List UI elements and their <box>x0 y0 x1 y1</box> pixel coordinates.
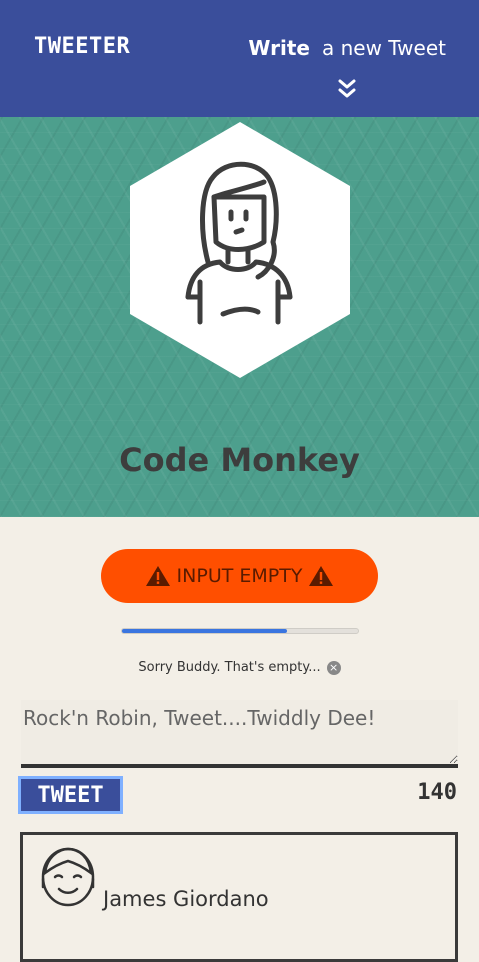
close-icon[interactable]: × <box>326 660 341 675</box>
error-message: Sorry Buddy. That's empty... × <box>0 660 479 675</box>
user-avatar <box>41 847 95 907</box>
warning-icon <box>145 566 170 586</box>
compose-label: a new Tweet <box>321 36 446 60</box>
char-counter: 140 <box>417 780 457 805</box>
profile-name: Code Monkey <box>119 441 360 479</box>
tweet-author: James Giordano <box>103 887 269 911</box>
profile-avatar <box>130 122 350 378</box>
error-text: Sorry Buddy. That's empty... <box>138 660 321 675</box>
progress-fill <box>122 629 288 633</box>
top-nav: TWEETER Write a new Tweet <box>0 0 479 117</box>
compose-toggle[interactable]: Write a new Tweet <box>248 36 446 60</box>
double-chevron-down-icon[interactable] <box>337 78 357 100</box>
tweet-textarea[interactable] <box>21 700 458 768</box>
tweet-card: James Giordano <box>20 832 458 962</box>
profile-header: Code Monkey <box>0 117 479 517</box>
brand-logo[interactable]: TWEETER <box>34 34 130 59</box>
compose-bold-label: Write <box>248 36 310 60</box>
tweet-button[interactable]: TWEET <box>18 776 123 814</box>
alert-label: INPUT EMPTY <box>176 565 303 587</box>
progress-bar <box>121 628 359 634</box>
warning-icon <box>309 566 334 586</box>
input-empty-alert-button[interactable]: INPUT EMPTY <box>101 549 378 603</box>
